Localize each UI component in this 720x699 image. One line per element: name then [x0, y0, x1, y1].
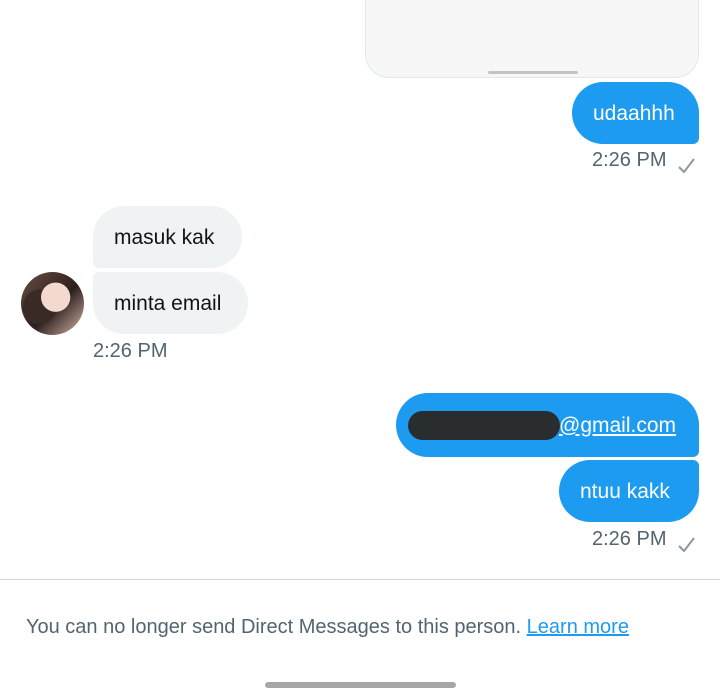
outgoing-message-bubble[interactable]: udaahhh [572, 82, 699, 144]
email-link[interactable]: @gmail.com [559, 415, 676, 436]
outgoing-message-bubble[interactable]: ntuu kakk [559, 460, 699, 522]
message-text: udaahhh [593, 101, 675, 125]
message-timestamp: 2:26 PM [592, 528, 667, 550]
sent-check-icon [678, 537, 695, 553]
incoming-message-bubble[interactable]: minta email [93, 272, 248, 334]
sent-check-icon [678, 158, 695, 174]
learn-more-link[interactable]: Learn more [527, 616, 629, 638]
dm-disabled-notice: You can no longer send Direct Messages t… [26, 616, 629, 639]
message-timestamp: 2:26 PM [592, 149, 667, 171]
message-text: masuk kak [114, 225, 215, 249]
message-timestamp: 2:26 PM [93, 340, 168, 362]
message-text: minta email [114, 291, 222, 315]
shared-card-preview[interactable] [365, 0, 699, 78]
composer-divider [0, 579, 720, 580]
avatar[interactable] [21, 272, 84, 335]
notice-text: You can no longer send Direct Messages t… [26, 616, 522, 638]
outgoing-message-bubble[interactable]: @gmail.com [396, 393, 699, 457]
incoming-message-bubble[interactable]: masuk kak [93, 206, 242, 268]
home-indicator[interactable] [265, 682, 456, 688]
redacted-text [408, 410, 560, 440]
message-text: ntuu kakk [580, 479, 670, 503]
card-grab-handle [488, 71, 578, 74]
